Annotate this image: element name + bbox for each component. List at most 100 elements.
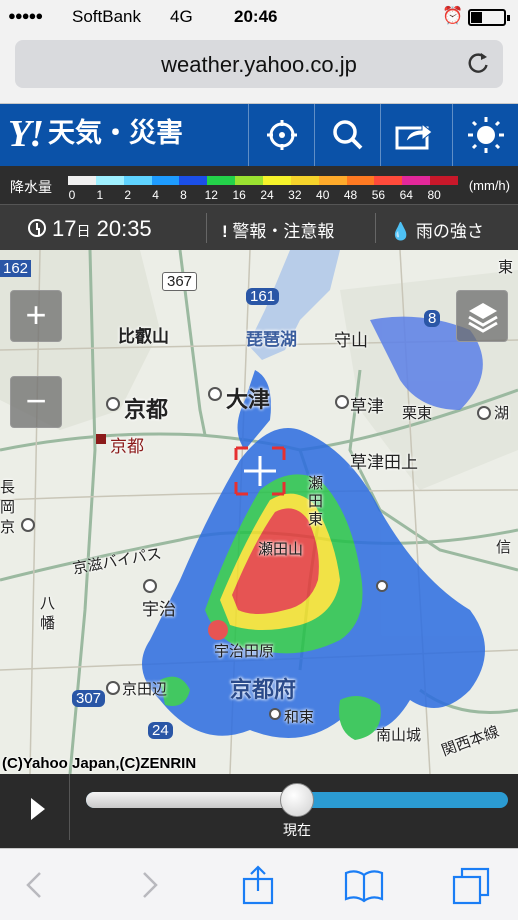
logo-y: Y!: [8, 113, 44, 155]
rain-area-red: [208, 620, 228, 640]
legend-tick-label: 64: [399, 188, 413, 202]
weather-sun-icon: [467, 117, 504, 153]
battery-icon: [468, 9, 510, 26]
legend-color-swatch: [235, 176, 264, 185]
timeline-past: [86, 792, 297, 808]
observation-day-suffix: 日: [76, 223, 91, 239]
divider: [206, 213, 207, 243]
layers-icon: [468, 303, 498, 333]
rain-radar-map[interactable]: 367 161 162 307 24 8 比叡山 琵琶湖 守山 京都 大津 草津…: [0, 250, 518, 774]
back-icon[interactable]: [14, 863, 58, 907]
status-time: 20:46: [234, 7, 278, 26]
legend-color-bar: [68, 176, 459, 185]
place-label: 和束: [284, 709, 315, 726]
place-label: 京都: [124, 397, 169, 422]
legend-tick-label: 12: [204, 188, 218, 202]
location-button[interactable]: [248, 104, 314, 166]
legend-color-swatch: [68, 176, 96, 185]
warnings-tab[interactable]: ! 警報・注意報: [222, 217, 334, 242]
place-label: 京: [0, 519, 16, 536]
browser-toolbar: [0, 848, 518, 920]
observation-day: 17: [52, 216, 77, 241]
logo-text: 天気・災害: [48, 118, 183, 148]
legend-color-swatch: [179, 176, 208, 185]
legend-tick-label: 4: [152, 188, 159, 202]
weather-button[interactable]: [452, 104, 518, 166]
yahoo-logo[interactable]: Y! 天気・災害: [8, 112, 183, 158]
place-label: 京都: [110, 437, 144, 456]
legend-tick-label: 32: [288, 188, 302, 202]
place-label: 東: [308, 511, 324, 528]
legend-color-swatch: [374, 176, 403, 185]
rain-intensity-tab[interactable]: 💧 雨の強さ: [390, 217, 484, 242]
place-label: 大津: [226, 387, 271, 412]
legend-label: 降水量: [10, 179, 52, 195]
legend-tick-label: 8: [180, 188, 187, 202]
place-label: 琵琶湖: [246, 330, 297, 349]
legend-tick-label: 2: [124, 188, 132, 202]
legend-tick-label: 0: [68, 188, 76, 202]
play-icon[interactable]: [0, 774, 70, 840]
legend-tick-label: 56: [371, 188, 386, 202]
location-icon: [266, 120, 297, 150]
warnings-label: 警報・注意報: [232, 222, 335, 241]
bookmarks-icon[interactable]: [342, 863, 386, 907]
legend-tick-label: 80: [427, 188, 441, 202]
alarm-clock-icon: ⏰: [442, 6, 464, 25]
timeline-handle[interactable]: [280, 783, 314, 817]
road-number: 161: [246, 288, 280, 305]
legend-color-swatch: [263, 176, 291, 185]
precipitation-legend: 降水量 0 1 2 4 8 12 16 24 32 40 48 56 64 80 (mm/h): [0, 166, 518, 204]
legend-tick-label: 48: [343, 188, 358, 202]
place-label: 湖: [494, 405, 510, 422]
network-type: 4G: [170, 7, 193, 26]
now-label: 現在: [283, 822, 311, 838]
place-label: 京都府: [230, 677, 297, 702]
signal-strength: ●●●●●: [8, 8, 43, 23]
road-number: 162: [0, 260, 32, 277]
reload-icon[interactable]: [465, 50, 491, 76]
zoom-out-button[interactable]: −: [10, 376, 62, 428]
browser-chrome: weather.yahoo.co.jp: [0, 34, 518, 104]
site-header: Y! 天気・災害: [0, 104, 518, 166]
place-label: 八: [40, 595, 56, 612]
road-number: 307: [72, 690, 106, 707]
place-label: 草津: [350, 397, 384, 416]
road-number: 8: [424, 310, 441, 327]
legend-tick-label: 1: [96, 188, 104, 202]
legend-color-swatch: [151, 176, 180, 185]
rain-intensity-label: 雨の強さ: [415, 222, 484, 241]
station-marker: [96, 434, 106, 444]
legend-tick-label: 40: [316, 188, 330, 202]
info-row: 17日 20:35 ! 警報・注意報 💧 雨の強さ: [0, 204, 518, 250]
forward-icon[interactable]: [126, 863, 170, 907]
legend-color-swatch: [346, 176, 375, 185]
share-button[interactable]: [380, 104, 446, 166]
layers-button[interactable]: [456, 290, 508, 342]
search-icon: [332, 120, 362, 150]
timeline-player: 現在: [0, 774, 518, 848]
legend-color-swatch: [207, 176, 236, 185]
share-icon[interactable]: [236, 863, 280, 907]
raindrop-icon: 💧: [390, 222, 412, 241]
address-bar[interactable]: weather.yahoo.co.jp: [15, 40, 503, 88]
observation-clock: 20:35: [96, 216, 152, 241]
zoom-in-button[interactable]: +: [10, 290, 62, 342]
map-copyright: (C)Yahoo Japan,(C)ZENRIN: [2, 755, 197, 772]
legend-tick-label: 24: [260, 188, 274, 202]
place-label: 東: [498, 259, 514, 276]
legend-color-swatch: [123, 176, 152, 185]
place-label: 長: [0, 479, 16, 496]
place-label: 京田辺: [122, 681, 168, 698]
place-label: 南山城: [376, 727, 422, 744]
legend-color-swatch: [95, 176, 124, 185]
exclamation-icon: !: [222, 222, 228, 241]
place-label: 宇治田原: [214, 643, 275, 660]
divider: [375, 213, 376, 243]
observation-time[interactable]: 17日 20:35: [52, 216, 152, 242]
search-button[interactable]: [314, 104, 380, 166]
place-label: 幡: [40, 615, 56, 632]
place-label: 信: [496, 539, 512, 556]
legend-tick-label: 16: [232, 188, 246, 202]
tabs-icon[interactable]: [450, 863, 494, 907]
